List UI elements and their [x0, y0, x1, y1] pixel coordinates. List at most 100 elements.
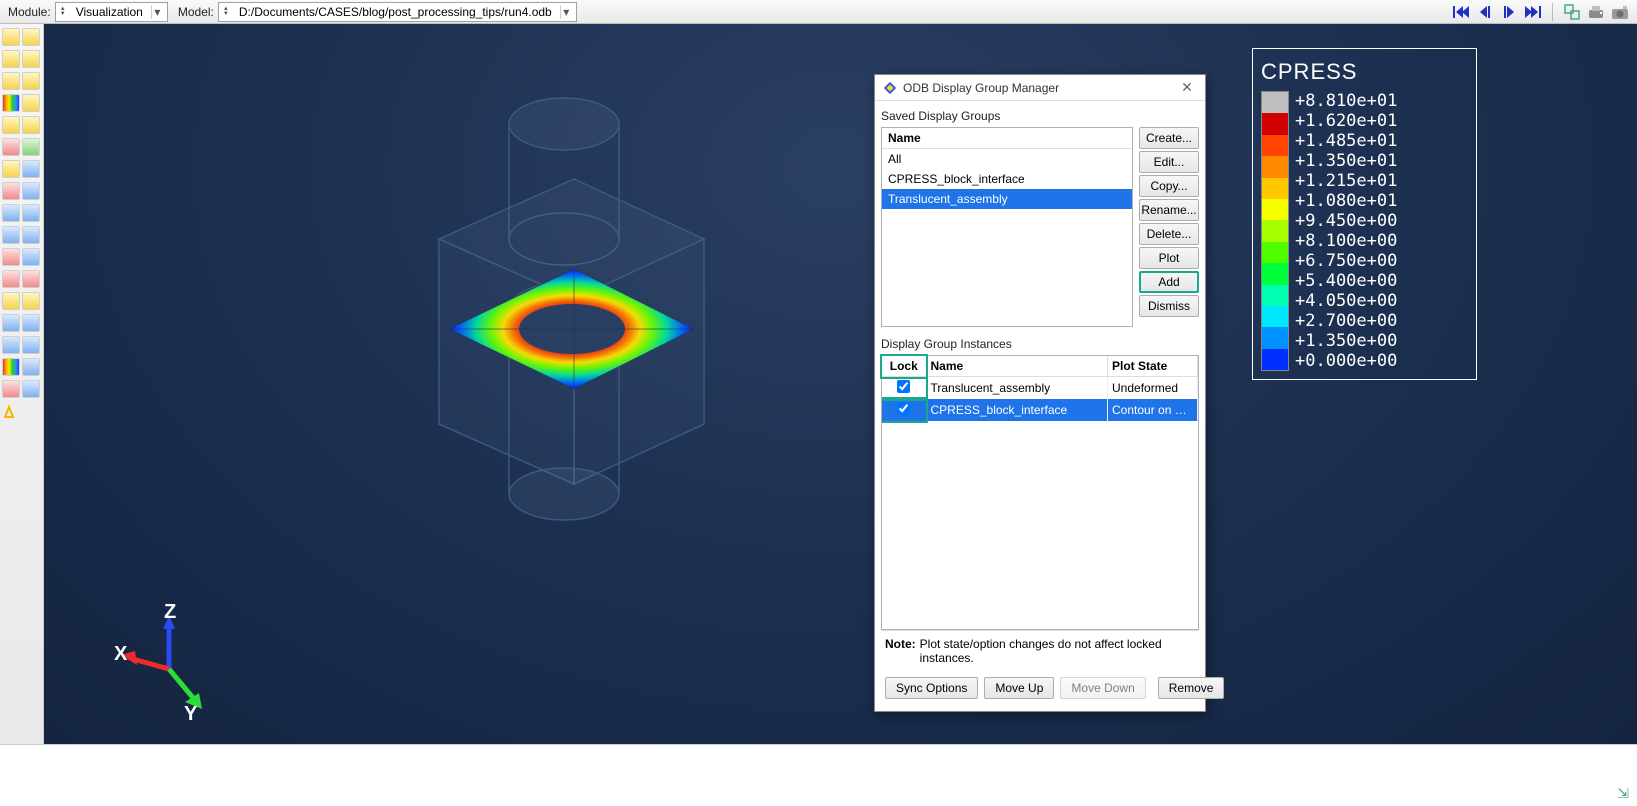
axis-y-label: Y — [184, 703, 198, 724]
saved-groups-list[interactable]: Name AllCPRESS_block_interfaceTranslucen… — [881, 127, 1133, 327]
tool-12b[interactable] — [22, 270, 40, 288]
col-name: Name — [926, 356, 1108, 377]
tool-3a[interactable] — [2, 72, 20, 90]
tool-17a[interactable] — [2, 380, 20, 398]
tool-8b[interactable] — [22, 182, 40, 200]
top-toolbar: Module: ▲▼ Visualization ▾ Model: ▲▼ D:/… — [0, 0, 1637, 24]
saved-groups-header: Name — [882, 128, 1132, 149]
legend-tick: +4.050e+00 — [1295, 291, 1468, 311]
saved-group-item[interactable]: All — [882, 149, 1132, 169]
note-label: Note: — [885, 637, 916, 665]
tool-10a[interactable] — [2, 226, 20, 244]
sync-options-button[interactable]: Sync Options — [885, 677, 978, 699]
tool-11b[interactable] — [22, 248, 40, 266]
model-path-select[interactable]: ▲▼ D:/Documents/CASES/blog/post_processi… — [218, 2, 577, 22]
tool-9b[interactable] — [22, 204, 40, 222]
message-area: ⇲ — [0, 744, 1637, 806]
tool-15a[interactable] — [2, 336, 20, 354]
instance-row[interactable]: Translucent_assemblyUndeformed — [882, 377, 1198, 399]
dismiss-button[interactable]: Dismiss — [1139, 295, 1199, 317]
next-frame-icon[interactable] — [1500, 3, 1518, 21]
tool-1b[interactable] — [22, 28, 40, 46]
col-plotstate: Plot State — [1108, 356, 1198, 377]
axis-z-label: Z — [164, 604, 176, 623]
camera-icon[interactable] — [1611, 3, 1629, 21]
legend-tick: +2.700e+00 — [1295, 311, 1468, 331]
module-select[interactable]: ▲▼ Visualization ▾ — [55, 2, 168, 22]
tool-15b[interactable] — [22, 336, 40, 354]
plot-button[interactable]: Plot — [1139, 247, 1199, 269]
tool-13b[interactable] — [22, 292, 40, 310]
move-up-button[interactable]: Move Up — [984, 677, 1054, 699]
tool-14a[interactable] — [2, 314, 20, 332]
copy-button[interactable]: Copy... — [1139, 175, 1199, 197]
create-button[interactable]: Create... — [1139, 127, 1199, 149]
add-button[interactable]: Add — [1139, 271, 1199, 293]
legend-tick: +1.215e+01 — [1295, 171, 1468, 191]
tool-7a[interactable] — [2, 160, 20, 178]
tool-6a[interactable] — [2, 138, 20, 156]
legend-tick: +1.350e+01 — [1295, 151, 1468, 171]
tool-8a[interactable] — [2, 182, 20, 200]
tool-2a[interactable] — [2, 50, 20, 68]
model-path: D:/Documents/CASES/blog/post_processing_… — [235, 5, 556, 19]
first-frame-icon[interactable] — [1452, 3, 1470, 21]
probe-icon[interactable] — [2, 402, 20, 420]
tool-17b[interactable] — [22, 380, 40, 398]
legend-tick: +1.080e+01 — [1295, 191, 1468, 211]
tool-16a[interactable] — [2, 358, 20, 376]
edit-button[interactable]: Edit... — [1139, 151, 1199, 173]
tool-1a[interactable] — [2, 28, 20, 46]
tool-3b[interactable] — [22, 72, 40, 90]
resize-grip-icon: ⇲ — [1617, 785, 1629, 802]
contour-plot-icon[interactable] — [2, 94, 20, 112]
prev-frame-icon[interactable] — [1476, 3, 1494, 21]
instance-name: CPRESS_block_interface — [926, 399, 1108, 421]
last-frame-icon[interactable] — [1524, 3, 1542, 21]
saved-group-item[interactable]: CPRESS_block_interface — [882, 169, 1132, 189]
instances-table[interactable]: Lock Name Plot State Translucent_assembl… — [881, 355, 1199, 630]
tool-10b[interactable] — [22, 226, 40, 244]
tool-6b[interactable] — [22, 138, 40, 156]
tool-5a[interactable] — [2, 116, 20, 134]
module-value: Visualization — [72, 5, 147, 19]
lock-checkbox[interactable] — [897, 402, 910, 415]
tool-5b[interactable] — [22, 116, 40, 134]
close-icon[interactable]: ✕ — [1177, 79, 1197, 96]
legend-tick: +1.620e+01 — [1295, 111, 1468, 131]
tool-12a[interactable] — [2, 270, 20, 288]
display-group-manager-dialog: ODB Display Group Manager ✕ Saved Displa… — [874, 74, 1206, 712]
tool-2b[interactable] — [22, 50, 40, 68]
legend-tick: +8.810e+01 — [1295, 91, 1468, 111]
note-text: Plot state/option changes do not affect … — [920, 637, 1195, 665]
col-lock: Lock — [882, 356, 926, 377]
remove-button[interactable]: Remove — [1158, 677, 1225, 699]
viewport-3d[interactable]: Z X Y CPRESS +8.810e+01+1.620e+01+1.485e… — [44, 24, 1637, 744]
rename-button[interactable]: Rename... — [1139, 199, 1199, 221]
sync-viewports-icon[interactable] — [1563, 3, 1581, 21]
app-icon — [883, 81, 897, 95]
saved-groups-label: Saved Display Groups — [881, 109, 1199, 123]
tool-7b[interactable] — [22, 160, 40, 178]
tool-11a[interactable] — [2, 248, 20, 266]
tool-16b[interactable] — [22, 358, 40, 376]
instance-row[interactable]: CPRESS_block_interfaceContour on Defo — [882, 399, 1198, 421]
saved-group-item[interactable]: Translucent_assembly — [882, 189, 1132, 209]
model-label: Model: — [178, 5, 214, 19]
tool-13a[interactable] — [2, 292, 20, 310]
delete-button[interactable]: Delete... — [1139, 223, 1199, 245]
lock-checkbox[interactable] — [897, 380, 910, 393]
axis-x-label: X — [114, 643, 128, 665]
tool-14b[interactable] — [22, 314, 40, 332]
tool-9a[interactable] — [2, 204, 20, 222]
legend-tick: +1.485e+01 — [1295, 131, 1468, 151]
tool-4b[interactable] — [22, 94, 40, 112]
model-render — [374, 64, 734, 564]
dialog-titlebar[interactable]: ODB Display Group Manager ✕ — [875, 75, 1205, 101]
instances-label: Display Group Instances — [881, 337, 1199, 351]
legend-tick: +9.450e+00 — [1295, 211, 1468, 231]
print-icon[interactable] — [1587, 3, 1605, 21]
module-label: Module: — [8, 5, 51, 19]
legend-title: CPRESS — [1261, 59, 1468, 85]
legend-tick: +1.350e+00 — [1295, 331, 1468, 351]
